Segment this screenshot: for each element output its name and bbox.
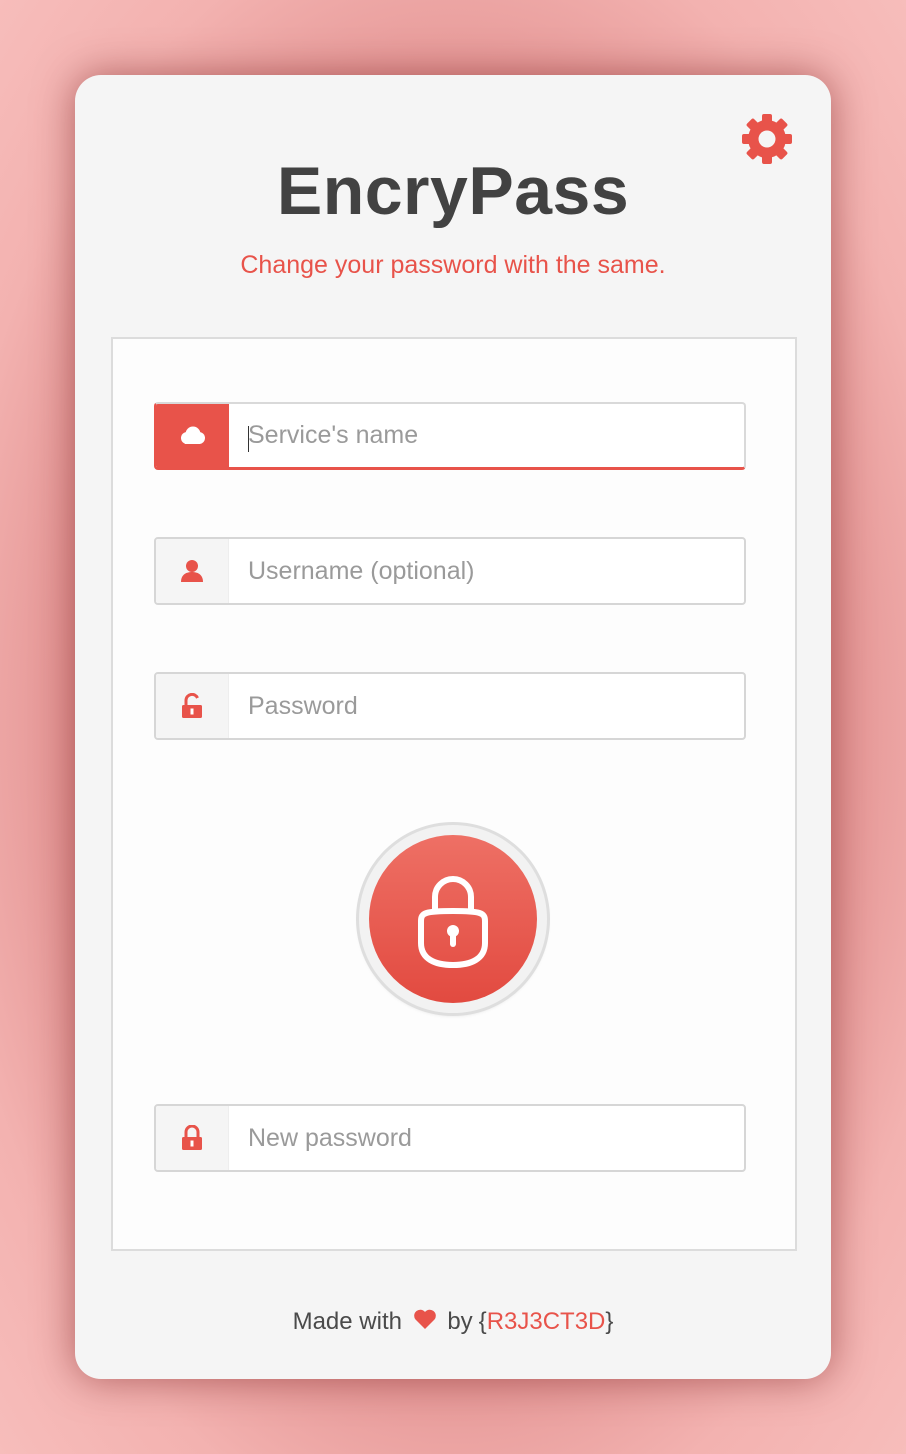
footer-brace-close: } (605, 1308, 614, 1335)
service-field[interactable] (154, 402, 746, 470)
footer-made-with: Made with (292, 1308, 402, 1335)
password-field[interactable] (154, 672, 746, 740)
unlock-icon (182, 693, 202, 718)
cloud-icon (181, 426, 205, 444)
author-link[interactable]: R3J3CT3D (487, 1308, 606, 1335)
text-cursor (248, 426, 249, 452)
app-subtitle: Change your password with the same. (240, 251, 666, 279)
footer-by: by (447, 1308, 473, 1335)
heart-icon (413, 1306, 437, 1340)
encrypt-button[interactable] (359, 825, 547, 1013)
service-addon (156, 404, 229, 467)
username-addon (156, 539, 229, 603)
service-input[interactable] (228, 404, 744, 467)
username-field[interactable] (154, 537, 746, 605)
new-password-addon (156, 1106, 229, 1170)
app-window: EncryPass Change your password with the … (75, 75, 831, 1379)
username-input[interactable] (228, 539, 744, 603)
app-title: EncryPass (276, 153, 630, 229)
padlock-icon (418, 876, 488, 969)
lock-icon (182, 1125, 202, 1150)
new-password-field[interactable] (154, 1104, 746, 1172)
footer-brace-open: { (478, 1308, 487, 1335)
new-password-input[interactable] (228, 1106, 744, 1170)
encrypt-button-face (369, 835, 537, 1003)
password-addon (156, 674, 229, 738)
footer: Made with by {R3J3CT3D} (75, 1305, 831, 1340)
form-panel (111, 337, 797, 1251)
password-input[interactable] (228, 674, 744, 738)
user-icon (181, 560, 203, 582)
